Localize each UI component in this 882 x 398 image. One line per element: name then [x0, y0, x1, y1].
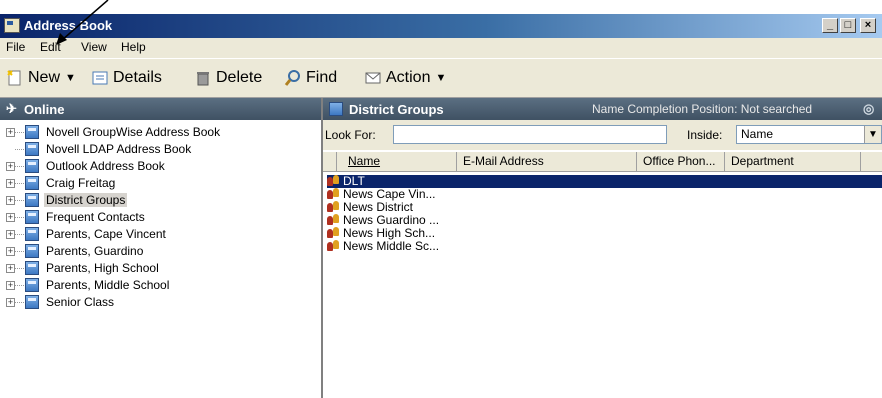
tree-item-label: Outlook Address Book: [46, 159, 165, 173]
action-label: Action: [386, 69, 431, 86]
dropdown-arrow-icon[interactable]: ▼: [864, 126, 881, 143]
action-envelope-icon: [364, 69, 382, 87]
mouse-pointer-arrow: [56, 0, 109, 45]
expand-plus-icon[interactable]: +: [6, 230, 15, 239]
find-label: Find: [306, 69, 338, 86]
new-label: New: [28, 69, 61, 86]
group-icon: [327, 227, 341, 239]
tree-item-label: Parents, High School: [46, 261, 159, 275]
address-book-icon: [25, 176, 39, 190]
tree-item-label: Parents, Middle School: [46, 278, 170, 292]
look-for-input[interactable]: [393, 125, 667, 144]
ldap-book-icon: [25, 142, 39, 156]
expand-plus-icon[interactable]: +: [6, 179, 15, 188]
inside-select-value: Name: [741, 127, 774, 141]
address-book-icon: [25, 210, 39, 224]
group-icon: [327, 188, 341, 200]
look-for-label: Look For:: [325, 128, 376, 142]
expand-plus-icon[interactable]: +: [6, 298, 15, 307]
online-status-icon: ✈: [6, 101, 17, 116]
address-book-icon: [25, 295, 39, 309]
address-book-window: Address Book _ □ × File Edit View Help N…: [0, 14, 882, 398]
address-book-icon: [25, 244, 39, 258]
column-header-department[interactable]: Department: [725, 152, 861, 172]
tree-item-label: District Groups: [44, 193, 128, 207]
inside-label: Inside:: [687, 128, 723, 142]
trash-can-icon: [194, 69, 212, 87]
group-icon: [327, 240, 341, 252]
group-icon: [327, 201, 341, 213]
district-groups-header: District Groups Name Completion Position…: [323, 98, 882, 120]
look-for-bar: Look For: Inside: Name ▼: [323, 120, 882, 150]
expand-plus-icon[interactable]: +: [6, 247, 15, 256]
pane-title: District Groups: [349, 102, 444, 117]
column-header-email[interactable]: E-Mail Address: [457, 152, 637, 172]
address-book-icon: [25, 227, 39, 241]
name-completion-status: Name Completion Position: Not searched: [592, 102, 813, 116]
column-header-spacer: [861, 152, 882, 172]
groupwise-book-icon: [25, 125, 39, 139]
delete-label: Delete: [216, 69, 263, 86]
expand-plus-icon[interactable]: +: [6, 264, 15, 273]
address-book-icon: [25, 278, 39, 292]
address-book-icon: [25, 193, 39, 207]
group-book-icon: [329, 102, 343, 116]
online-header: ✈ Online: [0, 98, 321, 120]
contacts-pane: District Groups Name Completion Position…: [323, 98, 882, 398]
details-button[interactable]: Details: [91, 69, 162, 87]
toolbar: New ▼ Details Delete Find Action ▼: [0, 58, 882, 98]
group-icon: [327, 214, 341, 226]
group-icon: [327, 175, 341, 187]
inside-select[interactable]: Name ▼: [736, 125, 882, 144]
row-name: News Middle Sc...: [343, 239, 440, 253]
expand-plus-icon[interactable]: +: [6, 281, 15, 290]
tree-item-label: Parents, Cape Vincent: [46, 227, 166, 241]
expand-plus-icon[interactable]: +: [6, 162, 15, 171]
address-book-icon: [25, 261, 39, 275]
tree-item-label: Senior Class: [46, 295, 115, 309]
expand-plus-icon[interactable]: +: [6, 213, 15, 222]
tree-item-label: Novell GroupWise Address Book: [46, 125, 221, 139]
action-button[interactable]: Action ▼: [364, 69, 446, 87]
online-header-label: Online: [24, 102, 65, 117]
details-card-icon: [91, 69, 109, 87]
address-book-icon: [25, 159, 39, 173]
tree-item-label: Craig Freitag: [46, 176, 116, 190]
expand-plus-icon[interactable]: +: [6, 128, 15, 137]
expand-plus-icon[interactable]: +: [6, 196, 15, 205]
magnifier-search-icon: [284, 69, 302, 87]
action-dropdown-arrow-icon[interactable]: ▼: [435, 72, 446, 84]
find-button[interactable]: Find: [284, 69, 337, 87]
delete-button[interactable]: Delete: [194, 69, 262, 87]
details-label: Details: [113, 69, 162, 86]
status-indicator-icon: ◎: [863, 101, 875, 116]
new-document-icon: [6, 69, 24, 87]
table-row[interactable]: News Middle Sc...: [327, 240, 882, 253]
tree-item-label: Novell LDAP Address Book: [46, 142, 192, 156]
address-book-list-pane: ✈ Online + Novell GroupWise Address Book…: [0, 98, 323, 398]
column-header-office-phone[interactable]: Office Phon...: [637, 152, 725, 172]
column-header-icon[interactable]: [323, 152, 337, 172]
tree-item-label: Parents, Guardino: [46, 244, 144, 258]
new-button[interactable]: New ▼: [6, 69, 76, 87]
column-header-name[interactable]: Name: [337, 152, 457, 172]
tree-item-label: Frequent Contacts: [46, 210, 145, 224]
new-dropdown-arrow-icon[interactable]: ▼: [65, 72, 76, 84]
